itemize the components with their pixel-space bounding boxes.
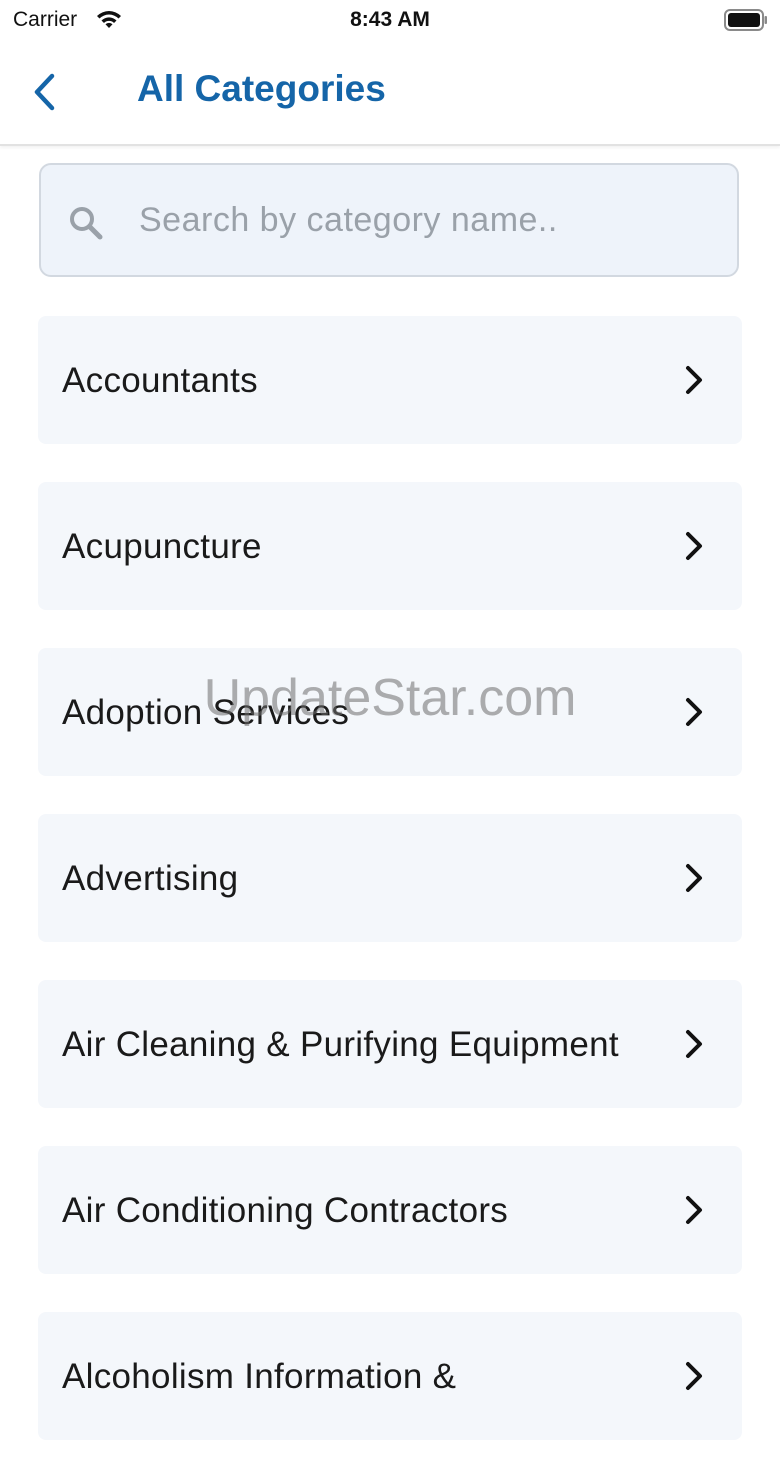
category-label: Adoption Services bbox=[62, 692, 350, 732]
search-icon bbox=[70, 207, 103, 240]
chevron-left-icon bbox=[34, 73, 55, 111]
search-input[interactable] bbox=[139, 165, 719, 275]
chevron-right-icon bbox=[686, 366, 702, 394]
category-label: Air Conditioning Contractors bbox=[62, 1190, 509, 1230]
back-button[interactable] bbox=[22, 68, 66, 116]
chevron-right-icon bbox=[686, 1196, 702, 1224]
chevron-right-icon bbox=[686, 1362, 702, 1390]
category-item-adoption-services[interactable]: Adoption Services bbox=[38, 648, 742, 776]
category-item-advertising[interactable]: Advertising bbox=[38, 814, 742, 942]
category-label: Acupuncture bbox=[62, 526, 262, 566]
category-item-accountants[interactable]: Accountants bbox=[38, 316, 742, 444]
search-box[interactable] bbox=[39, 163, 739, 277]
status-time: 8:43 AM bbox=[350, 8, 430, 31]
category-list: Accountants Acupuncture Adoption Service… bbox=[38, 316, 742, 1478]
chevron-right-icon bbox=[686, 864, 702, 892]
navigation-bar: All Categories bbox=[0, 40, 780, 146]
category-item-acupuncture[interactable]: Acupuncture bbox=[38, 482, 742, 610]
category-item-air-cleaning[interactable]: Air Cleaning & Purifying Equipment bbox=[38, 980, 742, 1108]
category-label: Advertising bbox=[62, 858, 239, 898]
category-item-air-conditioning[interactable]: Air Conditioning Contractors bbox=[38, 1146, 742, 1274]
page-title: All Categories bbox=[137, 68, 386, 109]
category-label: Air Cleaning & Purifying Equipment bbox=[62, 1024, 619, 1064]
category-label: Alcoholism Information & bbox=[62, 1356, 457, 1396]
category-label: Accountants bbox=[62, 360, 258, 400]
status-bar: Carrier 8:43 AM bbox=[0, 0, 780, 40]
chevron-right-icon bbox=[686, 532, 702, 560]
category-item-alcoholism-information[interactable]: Alcoholism Information & bbox=[38, 1312, 742, 1440]
chevron-right-icon bbox=[686, 1030, 702, 1058]
battery-icon bbox=[724, 9, 767, 31]
chevron-right-icon bbox=[686, 698, 702, 726]
